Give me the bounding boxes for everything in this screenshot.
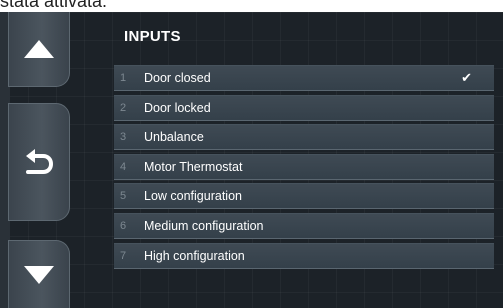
scroll-down-button[interactable] bbox=[8, 240, 70, 308]
caption-strip: stata attivata. bbox=[0, 0, 503, 12]
input-label: Medium configuration bbox=[144, 218, 264, 233]
scroll-up-button[interactable] bbox=[8, 12, 70, 87]
input-number: 5 bbox=[120, 190, 127, 203]
input-number: 4 bbox=[120, 160, 127, 173]
back-button[interactable] bbox=[8, 103, 70, 221]
machine-display: INPUTS 1 Door closed ✔ 2 Door locked 3 Unbalan… bbox=[0, 12, 503, 308]
input-number: 1 bbox=[120, 72, 127, 84]
triangle-down-icon bbox=[24, 265, 54, 284]
check-icon: ✔ bbox=[461, 70, 472, 85]
input-number: 6 bbox=[120, 219, 127, 232]
input-row[interactable]: 5 Low configuration bbox=[114, 183, 494, 210]
return-arrow-icon bbox=[26, 149, 54, 174]
caption-text: stata attivata. bbox=[0, 0, 108, 11]
input-label: High configuration bbox=[144, 248, 245, 263]
triangle-up-icon bbox=[24, 40, 54, 58]
input-label: Door locked bbox=[144, 100, 211, 115]
input-row[interactable]: 3 Unbalance bbox=[114, 124, 494, 151]
input-label: Unbalance bbox=[144, 130, 204, 145]
input-row[interactable]: 7 High configuration bbox=[114, 242, 494, 269]
page-title: INPUTS bbox=[124, 28, 181, 45]
inputs-list: 1 Door closed ✔ 2 Door locked 3 Unbalance 4 Moto… bbox=[114, 65, 494, 272]
input-number: 3 bbox=[120, 131, 127, 144]
input-row[interactable]: 2 Door locked bbox=[114, 94, 494, 121]
input-number: 7 bbox=[120, 249, 127, 262]
input-row[interactable]: 6 Medium configuration bbox=[114, 212, 494, 239]
input-row[interactable]: 4 Motor Thermostat bbox=[114, 153, 494, 180]
input-label: Low configuration bbox=[144, 189, 242, 204]
input-number: 2 bbox=[120, 101, 127, 114]
input-row[interactable]: 1 Door closed ✔ bbox=[114, 65, 494, 91]
input-label: Door closed bbox=[144, 71, 211, 85]
input-label: Motor Thermostat bbox=[144, 159, 243, 174]
